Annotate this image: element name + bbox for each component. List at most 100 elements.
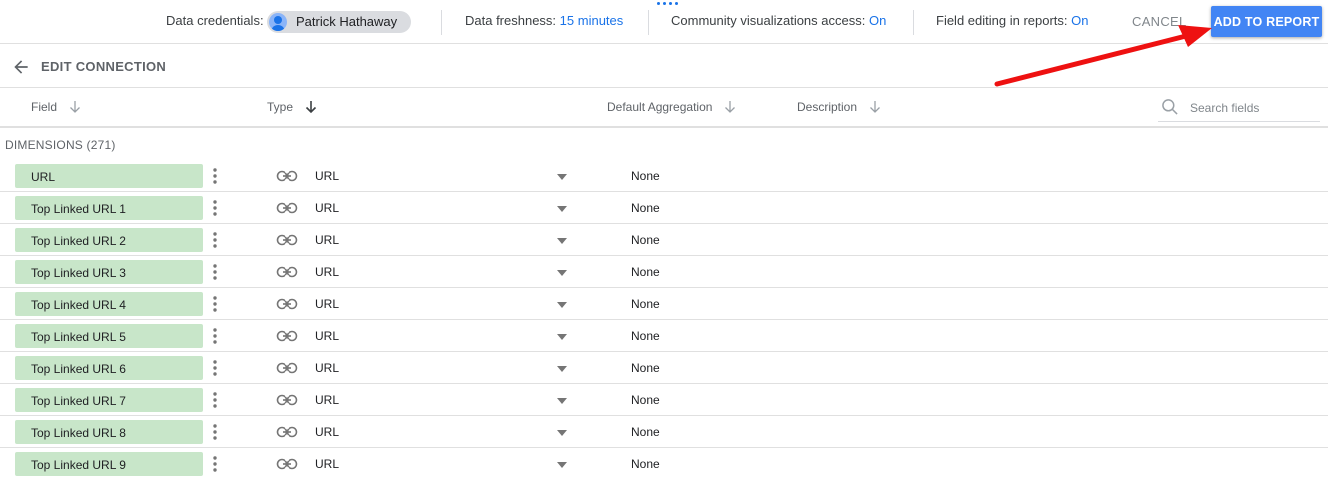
freshness-setting[interactable]: Data freshness: 15 minutes (465, 13, 623, 28)
aggregation-value[interactable]: None (631, 169, 660, 183)
field-type-label: URL (315, 457, 340, 471)
more-vertical-icon[interactable] (208, 199, 222, 217)
cancel-button[interactable]: CANCEL (1126, 9, 1193, 35)
aggregation-value[interactable]: None (631, 297, 660, 311)
caret-down-icon[interactable] (556, 366, 568, 372)
field-name-chip[interactable]: Top Linked URL 1 (15, 196, 203, 220)
column-header-description[interactable]: Description (797, 100, 881, 114)
field-editing-value-link[interactable]: On (1071, 13, 1088, 28)
more-vertical-icon[interactable] (208, 391, 222, 409)
column-header-aggregation[interactable]: Default Aggregation (607, 100, 736, 114)
credentials-chip[interactable]: Patrick Hathaway (267, 11, 411, 33)
caret-down-icon[interactable] (556, 462, 568, 468)
field-type-label: URL (315, 329, 340, 343)
link-icon (276, 458, 298, 470)
field-type-label: URL (315, 393, 340, 407)
field-name-chip[interactable]: Top Linked URL 5 (15, 324, 203, 348)
arrow-down-icon (305, 101, 317, 114)
caret-down-icon[interactable] (556, 398, 568, 404)
edit-connection-bar: EDIT CONNECTION (0, 45, 1328, 88)
link-icon (276, 394, 298, 406)
field-type-label: URL (315, 425, 340, 439)
aggregation-value[interactable]: None (631, 457, 660, 471)
field-name-chip[interactable]: Top Linked URL 8 (15, 420, 203, 444)
column-label: Description (797, 100, 858, 114)
more-vertical-icon[interactable] (208, 455, 222, 473)
field-name-chip[interactable]: Top Linked URL 7 (15, 388, 203, 412)
field-row: Top Linked URL 1 URL None (0, 192, 1328, 224)
community-viz-label: Community visualizations access: (671, 13, 866, 28)
divider (441, 10, 442, 35)
divider (648, 10, 649, 35)
edit-connection-title: EDIT CONNECTION (41, 59, 167, 74)
field-editing-setting[interactable]: Field editing in reports: On (936, 13, 1088, 28)
account-icon (269, 13, 287, 31)
link-icon (276, 362, 298, 374)
freshness-value-link[interactable]: 15 minutes (560, 13, 624, 28)
column-label: Type (267, 100, 294, 114)
caret-down-icon[interactable] (556, 302, 568, 308)
column-header-row: Field Type Default Aggregation Descripti… (0, 88, 1328, 128)
column-header-field[interactable]: Field (31, 100, 81, 114)
field-list: URL URL None Top Linked URL 1 URL None T… (0, 160, 1328, 479)
caret-down-icon[interactable] (556, 206, 568, 212)
field-row: Top Linked URL 7 URL None (0, 384, 1328, 416)
caret-down-icon[interactable] (556, 430, 568, 436)
field-row: Top Linked URL 6 URL None (0, 352, 1328, 384)
divider (913, 10, 914, 35)
link-icon (276, 330, 298, 342)
more-vertical-icon[interactable] (208, 327, 222, 345)
add-to-report-button[interactable]: ADD TO REPORT (1211, 6, 1322, 37)
aggregation-value[interactable]: None (631, 265, 660, 279)
search-box (1158, 96, 1320, 122)
search-icon (1162, 99, 1178, 115)
more-vertical-icon[interactable] (208, 359, 222, 377)
credentials-label: Data credentials: (166, 13, 264, 28)
aggregation-value[interactable]: None (631, 201, 660, 215)
credentials-user: Patrick Hathaway (296, 14, 398, 29)
field-type-label: URL (315, 361, 340, 375)
more-vertical-icon[interactable] (208, 263, 222, 281)
caret-down-icon[interactable] (556, 174, 568, 180)
more-vertical-icon[interactable] (208, 167, 222, 185)
field-row: Top Linked URL 4 URL None (0, 288, 1328, 320)
community-viz-setting[interactable]: Community visualizations access: On (671, 13, 886, 28)
more-vertical-icon[interactable] (208, 295, 222, 313)
link-icon (276, 426, 298, 438)
field-name-chip[interactable]: URL (15, 164, 203, 188)
field-name-chip[interactable]: Top Linked URL 2 (15, 228, 203, 252)
aggregation-value[interactable]: None (631, 361, 660, 375)
field-editing-label: Field editing in reports: (936, 13, 1068, 28)
field-row: URL URL None (0, 160, 1328, 192)
arrow-down-icon (725, 101, 736, 113)
aggregation-value[interactable]: None (631, 329, 660, 343)
link-icon (276, 170, 298, 182)
search-fields-input[interactable] (1190, 99, 1318, 117)
drag-handle[interactable] (657, 2, 681, 6)
field-name-chip[interactable]: Top Linked URL 9 (15, 452, 203, 476)
link-icon (276, 202, 298, 214)
field-row: Top Linked URL 8 URL None (0, 416, 1328, 448)
arrow-left-icon[interactable] (11, 57, 31, 77)
caret-down-icon[interactable] (556, 270, 568, 276)
field-type-label: URL (315, 265, 340, 279)
field-name-chip[interactable]: Top Linked URL 4 (15, 292, 203, 316)
column-header-type[interactable]: Type (267, 100, 317, 114)
field-name-chip[interactable]: Top Linked URL 3 (15, 260, 203, 284)
aggregation-value[interactable]: None (631, 425, 660, 439)
caret-down-icon[interactable] (556, 334, 568, 340)
link-icon (276, 266, 298, 278)
aggregation-value[interactable]: None (631, 393, 660, 407)
arrow-down-icon (870, 101, 880, 113)
more-vertical-icon[interactable] (208, 231, 222, 249)
link-icon (276, 298, 298, 310)
community-viz-value-link[interactable]: On (869, 13, 886, 28)
aggregation-value[interactable]: None (631, 233, 660, 247)
caret-down-icon[interactable] (556, 238, 568, 244)
freshness-label: Data freshness: (465, 13, 557, 28)
field-name-chip[interactable]: Top Linked URL 6 (15, 356, 203, 380)
report-toolbar: Data credentials: Patrick Hathaway Data … (0, 0, 1328, 44)
field-row: Top Linked URL 9 URL None (0, 448, 1328, 479)
field-type-label: URL (315, 233, 340, 247)
more-vertical-icon[interactable] (208, 423, 222, 441)
